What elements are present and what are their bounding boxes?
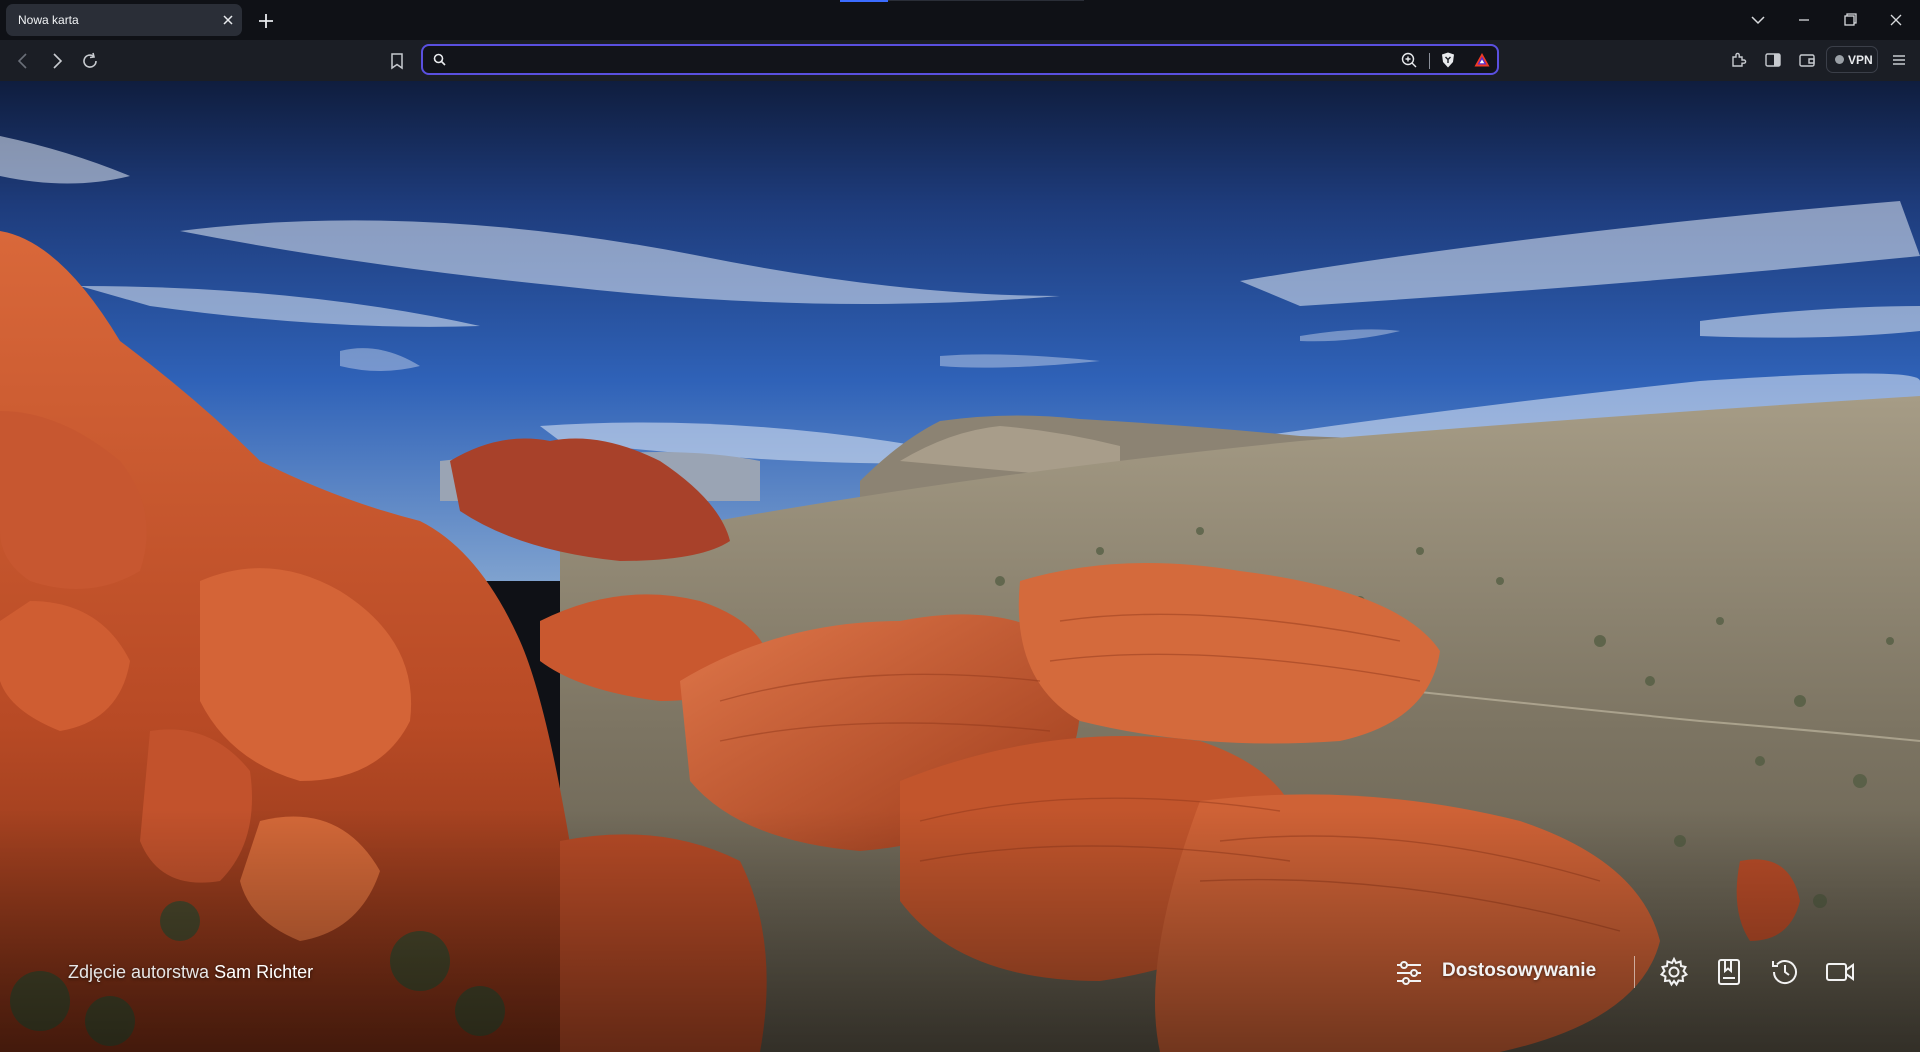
brave-talk-video-icon[interactable] bbox=[1823, 955, 1857, 989]
tab-new-tab[interactable]: Nowa karta bbox=[6, 4, 242, 36]
tab-title: Nowa karta bbox=[18, 13, 79, 27]
tab-list-chevron-down-icon[interactable] bbox=[1744, 8, 1772, 32]
tab-strip: Nowa karta bbox=[0, 0, 1920, 40]
vpn-button[interactable]: VPN bbox=[1826, 46, 1878, 73]
vpn-label: VPN bbox=[1848, 53, 1873, 67]
address-bar[interactable] bbox=[421, 44, 1499, 75]
tab-strip-indicator bbox=[840, 0, 888, 2]
tab-strip-divider bbox=[888, 0, 1084, 1]
customize-label: Dostosowywanie bbox=[1442, 960, 1597, 981]
new-tab-plus-icon[interactable] bbox=[255, 10, 277, 32]
forward-arrow-icon[interactable] bbox=[46, 50, 68, 72]
history-clock-icon[interactable] bbox=[1768, 955, 1802, 989]
sliders-icon bbox=[1397, 961, 1421, 985]
bottom-divider bbox=[1634, 956, 1635, 988]
close-icon[interactable] bbox=[220, 12, 236, 28]
photo-credit-prefix: Zdjęcie autorstwa bbox=[68, 962, 210, 982]
background-photo bbox=[0, 81, 1920, 1052]
photo-credit-author[interactable]: Sam Richter bbox=[214, 962, 313, 982]
brave-shields-icon[interactable] bbox=[1439, 51, 1457, 69]
close-window-icon[interactable] bbox=[1882, 8, 1910, 32]
minimize-icon[interactable] bbox=[1790, 8, 1818, 32]
bookmark-icon[interactable] bbox=[386, 50, 408, 72]
toolbar: VPN bbox=[0, 40, 1920, 81]
zoom-icon[interactable] bbox=[1400, 51, 1418, 69]
vpn-status-icon bbox=[1835, 55, 1844, 64]
bookmarks-icon[interactable] bbox=[1712, 955, 1746, 989]
url-input[interactable] bbox=[455, 50, 1359, 72]
wallet-icon[interactable] bbox=[1797, 50, 1817, 70]
settings-gear-icon[interactable] bbox=[1657, 955, 1691, 989]
photo-credit[interactable]: Zdjęcie autorstwa Sam Richter bbox=[68, 962, 313, 983]
restore-icon[interactable] bbox=[1836, 8, 1864, 32]
sidebar-toggle-icon[interactable] bbox=[1763, 50, 1783, 70]
brave-rewards-icon[interactable] bbox=[1473, 51, 1491, 69]
hamburger-menu-icon[interactable] bbox=[1889, 50, 1909, 70]
extensions-puzzle-icon[interactable] bbox=[1729, 50, 1749, 70]
address-bar-separator bbox=[1429, 53, 1430, 69]
reload-icon[interactable] bbox=[79, 50, 101, 72]
back-arrow-icon[interactable] bbox=[12, 50, 34, 72]
search-icon bbox=[433, 53, 446, 66]
